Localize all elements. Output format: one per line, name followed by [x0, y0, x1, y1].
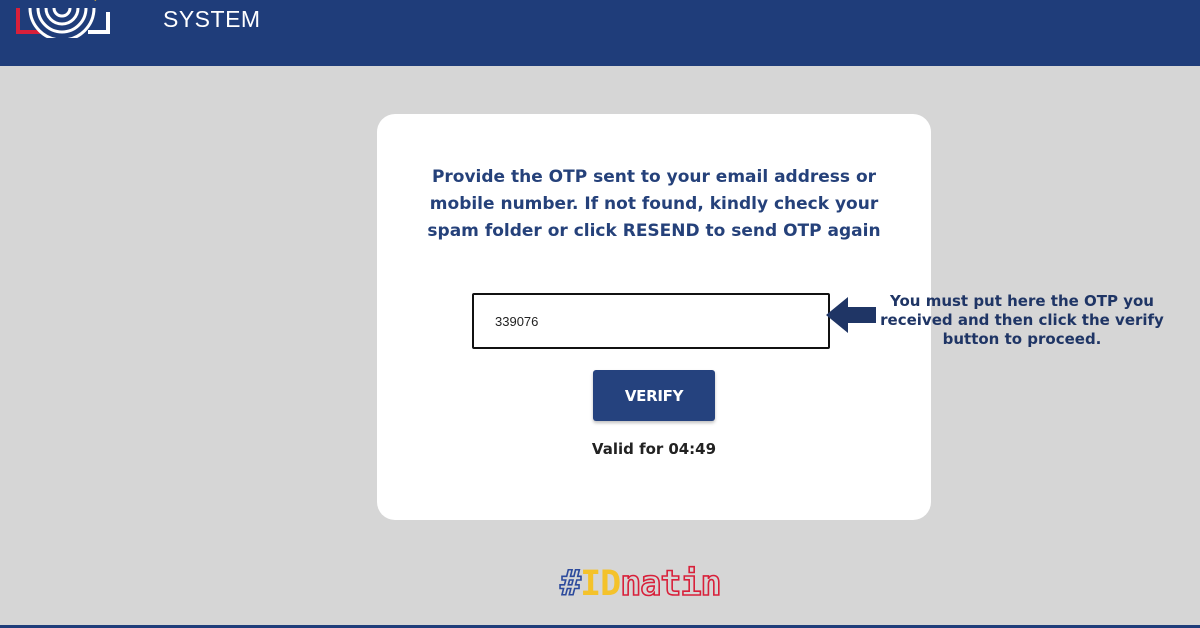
instruction-annotation: You must put here the OTP you received a… [880, 292, 1164, 348]
brand-natin: natin [619, 563, 722, 605]
left-arrow-icon [826, 297, 876, 333]
validity-label: Valid for [591, 440, 664, 458]
otp-input[interactable] [472, 293, 830, 349]
otp-validity: Valid for 04:49 [377, 440, 931, 458]
brand-hash: # [559, 563, 582, 605]
validity-timer: 04:49 [668, 440, 717, 458]
header-title: SYSTEM [163, 6, 261, 32]
otp-instructions: Provide the OTP sent to your email addre… [427, 167, 881, 241]
verify-button[interactable]: VERIFY [593, 370, 715, 421]
idnatin-brand-logo: #IDnatin [559, 562, 760, 606]
brand-id: ID [580, 564, 621, 604]
fingerprint-logo-icon [16, 0, 110, 38]
top-header: SYSTEM [0, 0, 1200, 66]
